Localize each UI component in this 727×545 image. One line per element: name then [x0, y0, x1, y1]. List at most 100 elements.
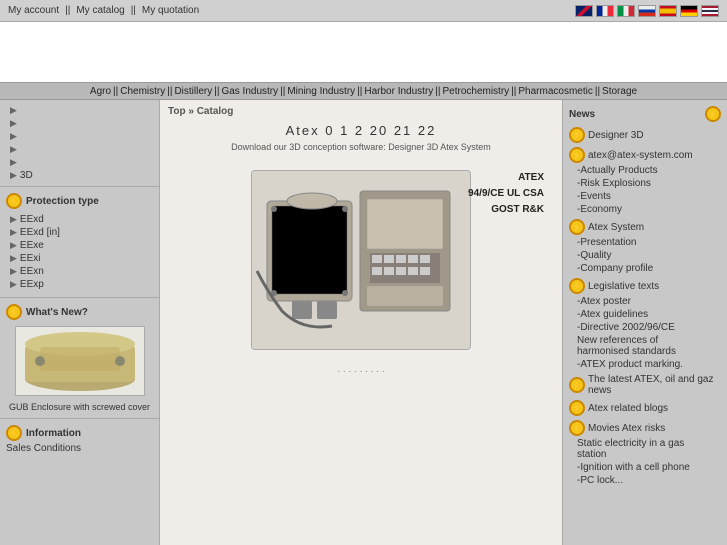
language-flags: [575, 5, 719, 17]
whats-new-image: [15, 326, 145, 396]
atex-icon-right-17: ⚡: [569, 400, 585, 416]
right-sub-item-12[interactable]: -Atex guidelines: [563, 308, 727, 321]
flag-it[interactable]: [617, 5, 635, 17]
nav-sep2: ||: [167, 86, 172, 97]
nav-item-arrow1[interactable]: ▶: [6, 104, 153, 117]
flag-es[interactable]: [659, 5, 677, 17]
nav-sep3: ||: [214, 86, 219, 97]
right-sub-item-13[interactable]: -Directive 2002/96/CE: [563, 321, 727, 334]
right-sub-item-9[interactable]: -Company profile: [563, 262, 727, 275]
sales-conditions-link[interactable]: Sales Conditions: [6, 443, 153, 454]
my-account-link[interactable]: My account: [8, 5, 59, 16]
right-sub-item-21[interactable]: -PC lock...: [563, 474, 727, 487]
nav-sep7: ||: [511, 86, 516, 97]
flag-th[interactable]: [701, 5, 719, 17]
nav-sep4: ||: [280, 86, 285, 97]
flag-de[interactable]: [680, 5, 698, 17]
atex-icon-right-0: ⚡: [569, 127, 585, 143]
news-header: News ⚡: [563, 104, 727, 124]
protection-header: ⚡ Protection type: [6, 191, 153, 211]
nav-item-arrow4[interactable]: ▶: [6, 143, 153, 156]
whats-new-header: ⚡ What's New?: [6, 302, 153, 322]
sep2: ||: [131, 5, 136, 16]
flag-ru[interactable]: [638, 5, 656, 17]
nav-item-arrow2[interactable]: ▶: [6, 117, 153, 130]
right-section-10[interactable]: ⚡Legislative texts: [563, 275, 727, 295]
breadcrumb: Top » Catalog: [168, 106, 554, 117]
protection-eexd-in[interactable]: ▶EExd [in]: [6, 226, 153, 239]
product-svg: [252, 171, 471, 350]
cert-94: 94/9/CE UL CSA: [468, 186, 544, 202]
right-sub-item-7[interactable]: -Presentation: [563, 236, 727, 249]
protection-section: ⚡ Protection type ▶EExd ▶EExd [in] ▶EExe…: [0, 187, 159, 298]
whats-new-section: ⚡ What's New? GUB Enclosure with screwed…: [0, 298, 159, 419]
product-image-container: [251, 170, 471, 350]
protection-eexp[interactable]: ▶EExp: [6, 278, 153, 291]
info-section: ⚡ Information Sales Conditions: [0, 419, 159, 458]
atex-icon-right-6: ⚡: [569, 219, 585, 235]
right-sub-item-15[interactable]: -ATEX product marking.: [563, 358, 727, 371]
right-section-16[interactable]: ⚡The latest ATEX, oil and gaz news: [563, 371, 727, 397]
nav-petro[interactable]: Petrochemistry: [442, 86, 509, 97]
right-sub-item-14[interactable]: New references of harmonised standards: [563, 334, 727, 358]
cert-labels: ATEX 94/9/CE UL CSA GOST R&K: [468, 170, 544, 218]
right-section-1[interactable]: ⚡atex@atex-system.com: [563, 144, 727, 164]
sep1: ||: [65, 5, 70, 16]
right-sidebar: News ⚡ ⚡Designer 3D⚡atex@atex-system.com…: [562, 100, 727, 545]
flag-fr[interactable]: [596, 5, 614, 17]
right-sub-item-4[interactable]: -Events: [563, 190, 727, 203]
right-sub-item-11[interactable]: -Atex poster: [563, 295, 727, 308]
atex-icon-news: ⚡: [705, 106, 721, 122]
nav-mining[interactable]: Mining Industry: [287, 86, 355, 97]
main-nav-section: ▶ ▶ ▶ ▶ ▶ ▶3D: [0, 100, 159, 187]
right-section-17[interactable]: ⚡Atex related blogs: [563, 397, 727, 417]
nav-chemistry[interactable]: Chemistry: [120, 86, 165, 97]
right-sub-item-20[interactable]: -Ignition with a cell phone: [563, 461, 727, 474]
nav-storage[interactable]: Storage: [602, 86, 637, 97]
right-sub-item-8[interactable]: -Quality: [563, 249, 727, 262]
right-section-0[interactable]: ⚡Designer 3D: [563, 124, 727, 144]
right-sub-item-19[interactable]: Static electricity in a gas station: [563, 437, 727, 461]
nav-sep5: ||: [357, 86, 362, 97]
right-sub-item-3[interactable]: -Risk Explosions: [563, 177, 727, 190]
atex-icon-right-16: ⚡: [569, 377, 585, 393]
nav-sep: ||: [113, 86, 118, 97]
news-label: News: [569, 109, 595, 120]
center-content: Top » Catalog Atex 0 1 2 20 21 22 Downlo…: [160, 100, 562, 545]
nav-harbor[interactable]: Harbor Industry: [364, 86, 433, 97]
protection-eexi[interactable]: ▶EExi: [6, 252, 153, 265]
nav-item-arrow5[interactable]: ▶: [6, 156, 153, 169]
protection-items-list: ▶EExd ▶EExd [in] ▶EExe ▶EExi ▶EExn ▶EExp: [6, 211, 153, 293]
protection-eexn[interactable]: ▶EExn: [6, 265, 153, 278]
whats-new-caption: GUB Enclosure with screwed cover: [6, 400, 153, 414]
protection-eexe[interactable]: ▶EExe: [6, 239, 153, 252]
nav-item-arrow3[interactable]: ▶: [6, 130, 153, 143]
atex-title: Atex 0 1 2 20 21 22: [168, 123, 554, 138]
nav-item-3d[interactable]: ▶3D: [6, 169, 153, 182]
right-section-18[interactable]: ⚡Movies Atex risks: [563, 417, 727, 437]
product-area: ATEX 94/9/CE UL CSA GOST R&K: [168, 160, 554, 360]
nav-agro[interactable]: Agro: [90, 86, 111, 97]
atex-icon-new: ⚡: [6, 304, 22, 320]
gub-enclosure-svg: [20, 329, 140, 394]
atex-subtitle: Download our 3D conception software: Des…: [168, 142, 554, 152]
nav-sep6: ||: [435, 86, 440, 97]
atex-icon-protection: ⚡: [6, 193, 22, 209]
right-section-6[interactable]: ⚡Atex System: [563, 216, 727, 236]
cert-atex: ATEX: [468, 170, 544, 186]
main-layout: ▶ ▶ ▶ ▶ ▶ ▶3D ⚡ Protection type ▶EExd ▶E…: [0, 100, 727, 545]
protection-eexd[interactable]: ▶EExd: [6, 213, 153, 226]
atex-icon-right-10: ⚡: [569, 278, 585, 294]
right-sub-item-2[interactable]: -Actually Products: [563, 164, 727, 177]
nav-gas[interactable]: Gas Industry: [221, 86, 278, 97]
flag-uk[interactable]: [575, 5, 593, 17]
header-white-space: [0, 22, 727, 82]
product-image: [251, 170, 471, 350]
my-quotation-link[interactable]: My quotation: [142, 5, 199, 16]
nav-bar: Agro || Chemistry || Distillery || Gas I…: [0, 82, 727, 100]
left-sidebar: ▶ ▶ ▶ ▶ ▶ ▶3D ⚡ Protection type ▶EExd ▶E…: [0, 100, 160, 545]
nav-distillery[interactable]: Distillery: [174, 86, 212, 97]
my-catalog-link[interactable]: My catalog: [76, 5, 124, 16]
nav-pharma[interactable]: Pharmacosmetic: [518, 86, 592, 97]
right-sub-item-5[interactable]: -Economy: [563, 203, 727, 216]
